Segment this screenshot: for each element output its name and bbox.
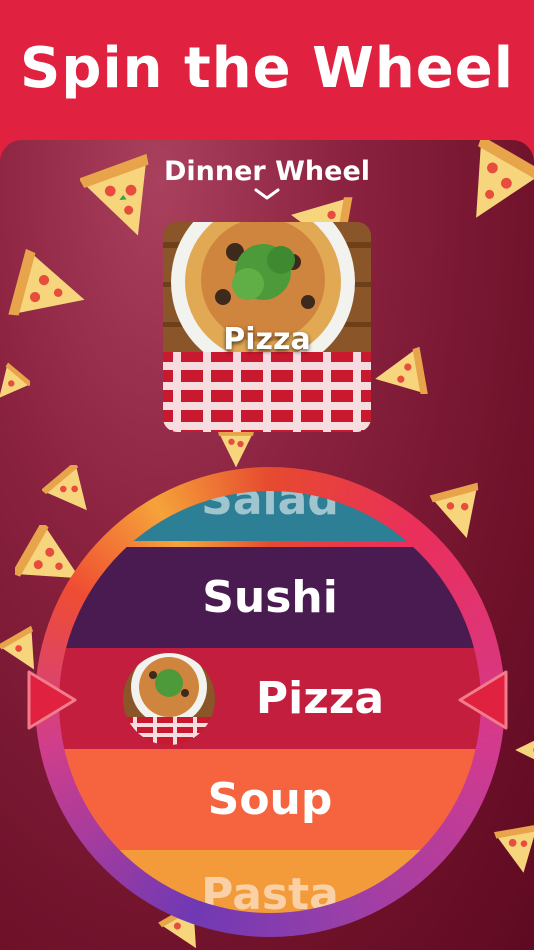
wheel-option-label: Soup — [207, 774, 333, 825]
pizza-slice-icon — [375, 346, 428, 395]
pizza-slice-icon — [218, 430, 254, 468]
chevron-down-icon[interactable] — [253, 187, 281, 201]
pizza-slice-icon — [0, 362, 30, 398]
wheel-option-pasta[interactable]: Pasta — [59, 850, 481, 913]
pizza-slice-icon — [515, 734, 534, 766]
wheel-option-sushi[interactable]: Sushi — [59, 547, 481, 648]
wheel-option-salad[interactable]: Salad — [59, 491, 481, 541]
right-pointer-icon — [458, 670, 508, 730]
wheel-option-label: Pizza — [255, 673, 385, 724]
preview-label: Pizza — [223, 322, 311, 357]
spin-wheel[interactable]: Salad Sushi Pizza Soup Pasta — [59, 491, 481, 913]
pizza-thumbnail — [123, 653, 215, 745]
wheel-option-label: Pasta — [201, 869, 339, 913]
wheel-option-soup[interactable]: Soup — [59, 749, 481, 850]
app-title: Spin the Wheel — [20, 36, 514, 101]
pizza-slice-icon — [8, 248, 85, 316]
wheel-selector-title: Dinner Wheel — [163, 156, 371, 187]
left-pointer-icon — [27, 670, 77, 730]
wheel-option-label: Salad — [201, 491, 339, 525]
selected-food-preview: Pizza — [163, 222, 371, 432]
wheel-option-pizza[interactable]: Pizza — [59, 648, 481, 749]
wheel-option-label: Sushi — [202, 572, 338, 623]
header-banner: Spin the Wheel — [0, 0, 534, 160]
wheel-selector[interactable]: Dinner Wheel — [0, 156, 534, 201]
pizza-slice-icon — [494, 824, 534, 873]
